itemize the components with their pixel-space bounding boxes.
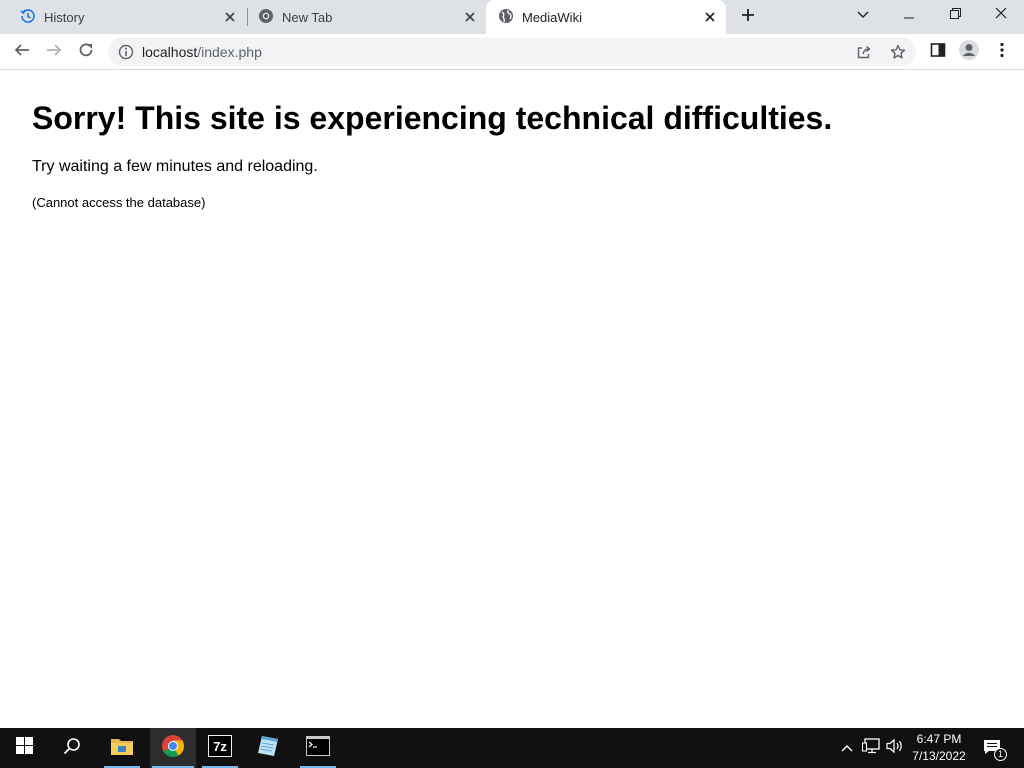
close-icon[interactable] xyxy=(462,9,478,25)
browser-toolbar: localhost/index.php xyxy=(0,34,1024,70)
file-explorer-icon xyxy=(110,736,134,761)
network-button[interactable] xyxy=(860,728,882,768)
restore-button[interactable] xyxy=(932,0,978,30)
share-icon[interactable] xyxy=(854,42,874,62)
reload-icon xyxy=(78,42,94,63)
chevron-down-icon xyxy=(857,6,869,24)
taskbar-command-prompt[interactable] xyxy=(298,728,338,768)
page-content: Sorry! This site is experiencing technic… xyxy=(0,71,1024,728)
taskbar-file-explorer[interactable] xyxy=(102,728,142,768)
restore-icon xyxy=(949,6,961,24)
7zip-icon: 7z xyxy=(208,734,232,762)
taskbar-clock[interactable]: 6:47 PM 7/13/2022 xyxy=(904,731,974,765)
windows-icon xyxy=(15,737,33,759)
url-host: localhost xyxy=(142,44,198,60)
page-title: Sorry! This site is experiencing technic… xyxy=(32,100,833,136)
action-center-button[interactable]: 1 xyxy=(980,728,1007,768)
notification-icon: 1 xyxy=(983,739,1007,761)
tab-strip: History New Tab MediaWiki xyxy=(0,0,1024,34)
info-icon[interactable] xyxy=(118,44,134,60)
show-hidden-icons-button[interactable] xyxy=(838,728,856,768)
forward-button[interactable] xyxy=(40,38,68,66)
reload-button[interactable] xyxy=(72,38,100,66)
close-icon[interactable] xyxy=(222,9,238,25)
command-prompt-icon xyxy=(306,735,330,761)
side-panel-button[interactable] xyxy=(926,40,950,64)
error-message: Try waiting a few minutes and reloading. xyxy=(32,158,318,175)
more-vertical-icon xyxy=(1000,42,1004,63)
close-icon xyxy=(995,6,1007,24)
new-tab-button[interactable] xyxy=(736,5,760,29)
taskbar-notepad[interactable] xyxy=(248,728,288,768)
search-button[interactable] xyxy=(52,728,92,768)
menu-button[interactable] xyxy=(990,40,1014,64)
svg-text:7z: 7z xyxy=(213,739,227,754)
star-icon[interactable] xyxy=(888,42,908,62)
side-panel-icon xyxy=(930,42,946,63)
back-button[interactable] xyxy=(8,38,36,66)
volume-icon xyxy=(886,738,904,759)
tab-label: New Tab xyxy=(282,9,333,25)
error-detail: (Cannot access the database) xyxy=(32,195,206,210)
chrome-icon xyxy=(258,8,274,27)
tab-search-button[interactable] xyxy=(840,0,886,30)
arrow-left-icon xyxy=(14,42,30,63)
history-icon xyxy=(20,8,36,27)
taskbar-7zip[interactable]: 7z xyxy=(200,728,240,768)
tab-label: MediaWiki xyxy=(522,9,582,25)
profile-button[interactable] xyxy=(957,39,981,66)
close-window-button[interactable] xyxy=(978,0,1024,30)
tab-history[interactable]: History xyxy=(8,0,246,34)
clock-time: 6:47 PM xyxy=(916,732,962,746)
minimize-button[interactable] xyxy=(886,0,932,30)
globe-icon xyxy=(498,8,514,27)
clock-date: 7/13/2022 xyxy=(912,749,966,763)
url-path: /index.php xyxy=(197,44,262,60)
notification-count-badge: 1 xyxy=(994,748,1007,761)
start-button[interactable] xyxy=(4,728,44,768)
tab-mediawiki[interactable]: MediaWiki xyxy=(486,0,726,34)
volume-button[interactable] xyxy=(884,728,906,768)
tab-label: History xyxy=(44,9,85,25)
chrome-icon xyxy=(161,734,185,763)
avatar-icon xyxy=(958,39,980,66)
close-icon[interactable] xyxy=(702,9,718,25)
taskbar-chrome[interactable] xyxy=(150,728,196,768)
tab-new-tab[interactable]: New Tab xyxy=(248,0,486,34)
chevron-up-icon xyxy=(841,739,853,757)
plus-icon xyxy=(741,8,755,27)
minimize-icon xyxy=(904,6,914,24)
taskbar: 7z 6:47 PM 7/13/2022 1 xyxy=(0,728,1024,768)
address-bar[interactable]: localhost/index.php xyxy=(108,38,916,66)
url-text[interactable]: localhost/index.php xyxy=(142,44,262,60)
arrow-right-icon xyxy=(46,42,62,63)
network-icon xyxy=(861,737,880,759)
notepad-icon xyxy=(256,734,280,763)
search-icon xyxy=(63,737,81,760)
